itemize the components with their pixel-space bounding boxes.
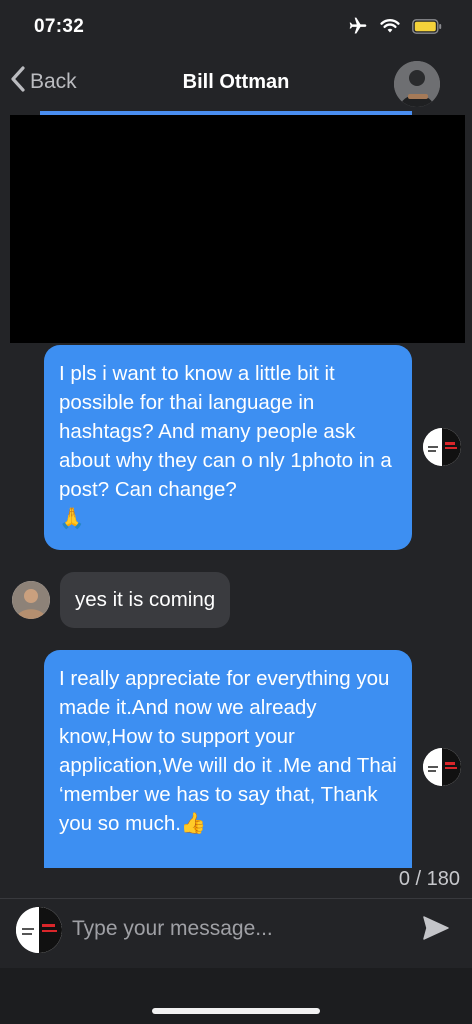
sender-avatar xyxy=(423,428,461,466)
contact-avatar[interactable] xyxy=(394,61,440,107)
status-bar: 07:32 xyxy=(0,0,472,56)
sender-avatar xyxy=(423,748,461,786)
character-counter: 0 / 180 xyxy=(398,868,460,890)
message-text: yes it is coming xyxy=(75,588,216,611)
message-text: I really appreciate for everything you m… xyxy=(59,667,397,835)
status-time: 07:32 xyxy=(34,16,85,37)
send-button[interactable] xyxy=(422,915,450,946)
message-emoji: 🙏 xyxy=(59,507,85,530)
send-icon xyxy=(422,916,450,945)
home-indicator[interactable] xyxy=(152,1008,320,1014)
message-composer: Type your message... xyxy=(0,899,472,967)
status-icons xyxy=(348,16,442,41)
message-emoji: 👍 xyxy=(180,812,207,835)
airplane-icon xyxy=(348,16,368,41)
media-attachment[interactable] xyxy=(10,115,465,343)
outgoing-message-bubble[interactable]: I really appreciate for everything you m… xyxy=(44,650,412,868)
message-text: I pls i want to know a little bit it pos… xyxy=(59,362,392,501)
incoming-message-bubble[interactable]: yes it is coming xyxy=(60,572,231,628)
navigation-bar: Back Bill Ottman xyxy=(0,56,472,112)
outgoing-message-bubble[interactable]: I pls i want to know a little bit it pos… xyxy=(44,345,412,550)
user-avatar xyxy=(16,907,62,953)
battery-icon xyxy=(412,18,442,39)
message-input[interactable]: Type your message... xyxy=(72,917,273,941)
contact-message-avatar xyxy=(12,581,50,619)
wifi-icon xyxy=(380,18,400,39)
bottom-bar xyxy=(0,968,472,1024)
